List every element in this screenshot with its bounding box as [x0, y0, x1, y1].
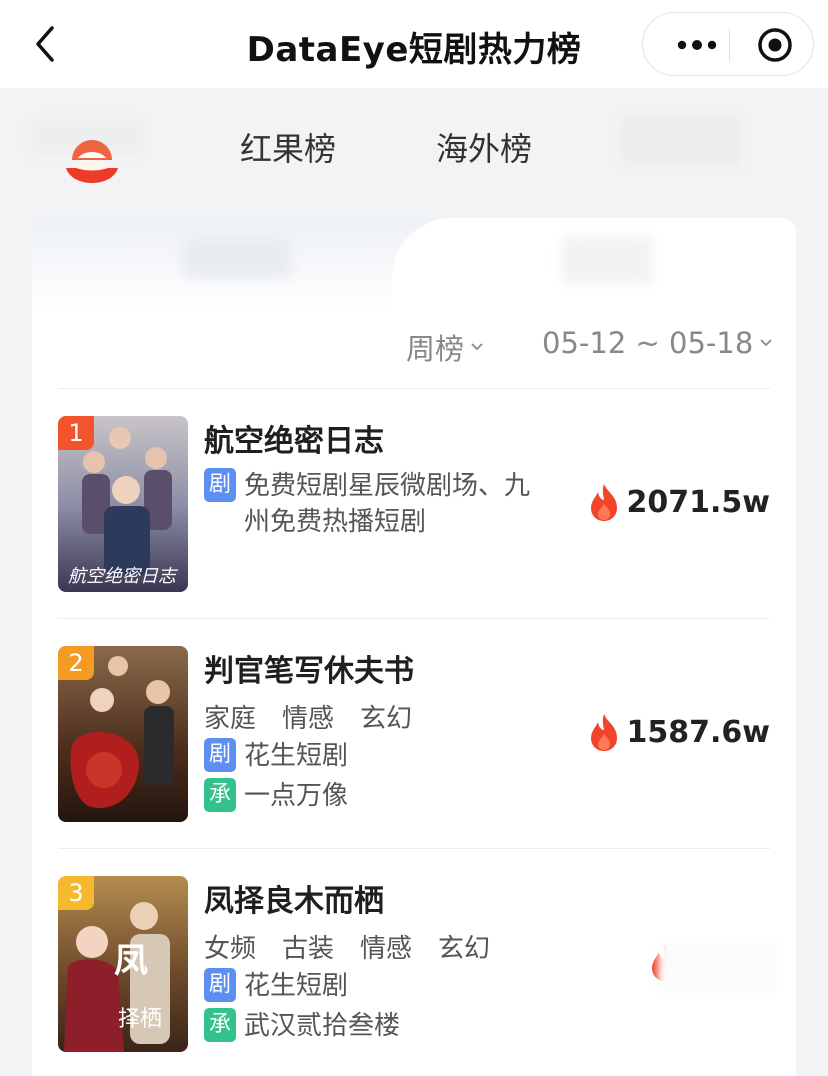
platform-line: 剧 免费短剧星辰微剧场、九州免费热播短剧 — [204, 468, 544, 540]
list-item[interactable]: 航空绝密日志 1 航空绝密日志 剧 免费短剧星辰微剧场、九州免费热播短剧 207… — [58, 416, 770, 616]
mini-program-capsule — [642, 12, 814, 76]
date-range-select[interactable]: 05-12 ~ 05-18 — [542, 326, 773, 360]
producer-line: 承 武汉贰拾叁楼 — [204, 1008, 400, 1044]
heat-number: 1587.6w — [626, 714, 770, 750]
tab-haiwai[interactable]: 海外榜 — [436, 124, 532, 170]
divider — [58, 848, 770, 849]
svg-text:择栖: 择栖 — [118, 1007, 162, 1032]
rank-badge: 2 — [58, 646, 94, 680]
drama-title: 凤择良木而栖 — [204, 884, 384, 919]
nav-bar: DataEye短剧热力榜 — [0, 0, 828, 88]
poster-image: 凤 择栖 3 — [58, 876, 188, 1052]
blurred-sub-tab[interactable] — [562, 236, 652, 284]
svg-text:航空绝密日志: 航空绝密日志 — [68, 566, 179, 587]
producer-text: 一点万像 — [244, 781, 349, 811]
producer-chip: 承 — [204, 1008, 236, 1042]
platform-chip: 剧 — [204, 468, 236, 502]
list-item[interactable]: 2 判官笔写休夫书 家庭 情感 玄幻 剧 花生短剧 承 一点万像 1587.6w — [58, 646, 770, 846]
target-icon — [758, 28, 792, 62]
blurred-tab[interactable] — [622, 116, 740, 166]
fire-icon — [590, 484, 617, 521]
genre-tag: 女频 — [204, 934, 257, 964]
more-dots-icon — [677, 40, 717, 50]
platform-text: 花生短剧 — [244, 741, 349, 771]
producer-line: 承 一点万像 — [204, 778, 348, 814]
heat-value: 2071.5w — [587, 482, 770, 522]
drama-title: 判官笔写休夫书 — [204, 654, 414, 689]
drama-title: 航空绝密日志 — [204, 424, 384, 459]
period-select[interactable]: 周榜 — [406, 326, 484, 368]
genre-tag: 古装 — [282, 934, 335, 964]
date-range-label: 05-12 ~ 05-18 — [542, 326, 754, 360]
divider — [58, 618, 770, 619]
genre-tag: 玄幻 — [438, 934, 491, 964]
list-item[interactable]: 凤 择栖 3 凤择良木而栖 女频 古装 情感 玄幻 剧 花生短剧 承 武汉贰拾叁… — [58, 876, 778, 1076]
rank-badge: 1 — [58, 416, 94, 450]
blurred-heat-value — [658, 942, 778, 992]
capsule-divider — [729, 29, 730, 61]
heat-number: 2071.5w — [626, 484, 770, 520]
filter-bar: 周榜 05-12 ~ 05-18 — [32, 326, 796, 370]
producer-text: 武汉贰拾叁楼 — [244, 1011, 401, 1041]
genre-tags: 家庭 情感 玄幻 — [204, 698, 412, 735]
genre-tag: 情感 — [360, 934, 413, 964]
heat-value: 1587.6w — [587, 712, 770, 752]
rank-badge: 3 — [58, 876, 94, 910]
tab-bar: 红果榜 海外榜 — [0, 88, 828, 218]
divider — [58, 388, 770, 389]
blurred-sub-tab[interactable] — [182, 238, 292, 278]
platform-text: 免费短剧星辰微剧场、九州免费热播短剧 — [244, 471, 531, 537]
close-miniprogram-button[interactable] — [743, 13, 807, 77]
genre-tags: 女频 古装 情感 玄幻 — [204, 928, 490, 965]
platform-line: 剧 花生短剧 — [204, 968, 348, 1004]
tab-hongguo[interactable]: 红果榜 — [240, 124, 336, 170]
svg-text:凤: 凤 — [114, 941, 148, 981]
platform-text: 花生短剧 — [244, 971, 349, 1001]
card-header — [32, 218, 796, 310]
hongguo-logo-icon — [66, 140, 118, 183]
chevron-down-icon — [471, 343, 483, 351]
more-button[interactable] — [665, 13, 729, 77]
period-label: 周榜 — [406, 332, 465, 366]
poster-image: 2 — [58, 646, 188, 822]
genre-tag: 玄幻 — [360, 704, 413, 734]
chevron-down-icon — [760, 339, 772, 347]
ranking-card: 周榜 05-12 ~ 05-18 航空绝密日志 1 航空绝密日志 剧 免费短剧星… — [32, 218, 796, 1076]
producer-chip: 承 — [204, 778, 236, 812]
genre-tag: 情感 — [282, 704, 335, 734]
fire-icon — [590, 714, 617, 751]
poster-image: 航空绝密日志 1 — [58, 416, 188, 592]
platform-chip: 剧 — [204, 738, 236, 772]
genre-tag: 家庭 — [204, 704, 257, 734]
platform-line: 剧 花生短剧 — [204, 738, 348, 774]
platform-chip: 剧 — [204, 968, 236, 1002]
